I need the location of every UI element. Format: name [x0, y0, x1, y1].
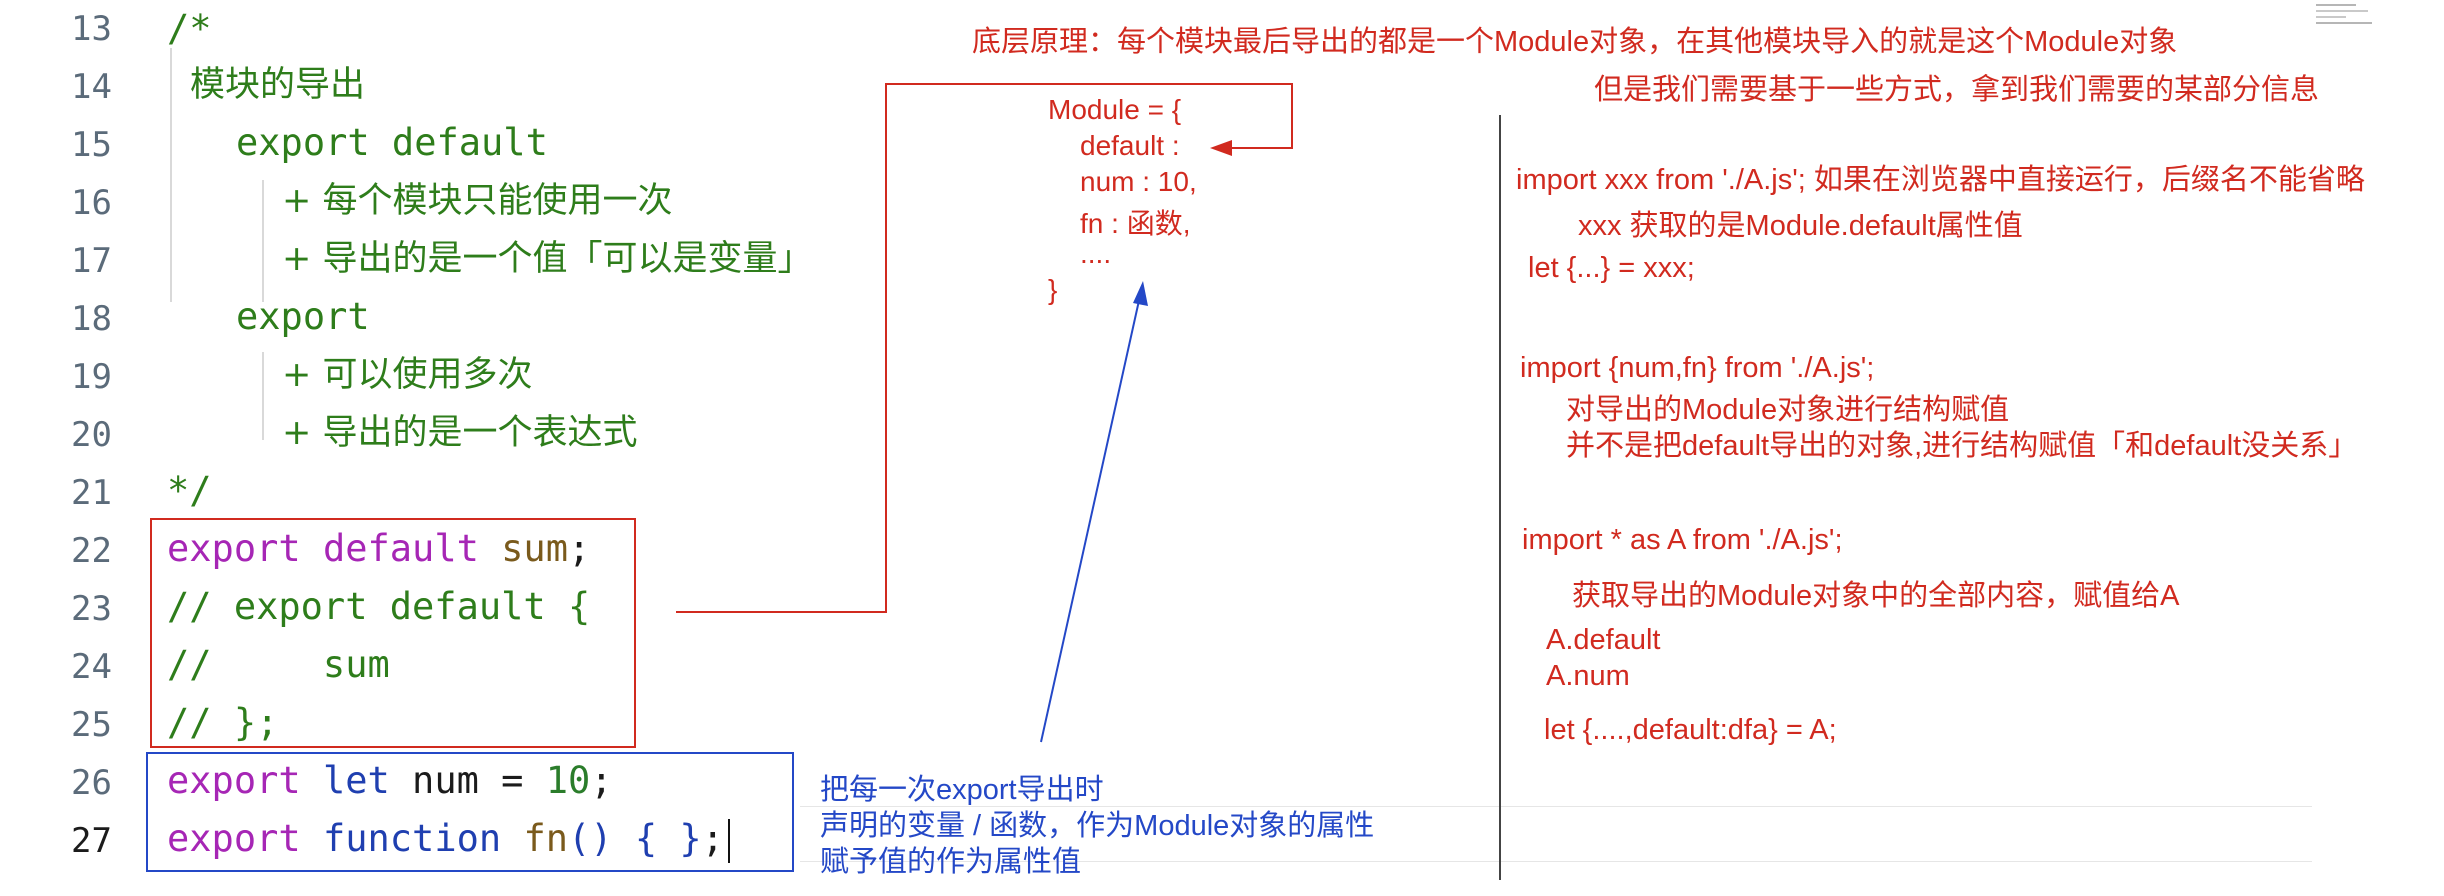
import-named-line: import {num,fn} from './A.js'; — [1520, 352, 1875, 384]
import-default-note: xxx 获取的是Module.default属性值 — [1578, 210, 2023, 242]
import-all-a-num: A.num — [1546, 660, 1630, 692]
export-named-note-line3: 赋予值的作为属性值 — [820, 846, 1082, 878]
import-all-note: 获取导出的Module对象中的全部内容，赋值给A — [1572, 580, 2180, 612]
principle-note-line1: 底层原理：每个模块最后导出的都是一个Module对象，在其他模块导入的就是这个M… — [972, 26, 2178, 58]
import-default-line: import xxx from './A.js'; 如果在浏览器中直接运行，后缀… — [1516, 164, 2365, 196]
import-named-note2: 并不是把default导出的对象,进行结构赋值「和default没关系」 — [1566, 430, 2358, 462]
import-all-line: import * as A from './A.js'; — [1522, 524, 1843, 556]
import-all-let: let {....,default:dfa} = A; — [1544, 714, 1837, 746]
module-obj-line: default : — [1080, 130, 1180, 161]
import-all-a-default: A.default — [1546, 624, 1661, 656]
module-obj-line: num : 10, — [1080, 166, 1197, 197]
import-default-let: let {...} = xxx; — [1528, 252, 1695, 284]
module-obj-line: Module = { — [1048, 94, 1182, 125]
minimap[interactable] — [2316, 0, 2380, 30]
module-obj-line: .... — [1080, 238, 1112, 269]
principle-note-line2: 但是我们需要基于一些方式，拿到我们需要的某部分信息 — [1594, 74, 2320, 106]
module-obj-line: fn : 函数, — [1080, 208, 1191, 239]
module-obj-line: } — [1048, 274, 1058, 305]
